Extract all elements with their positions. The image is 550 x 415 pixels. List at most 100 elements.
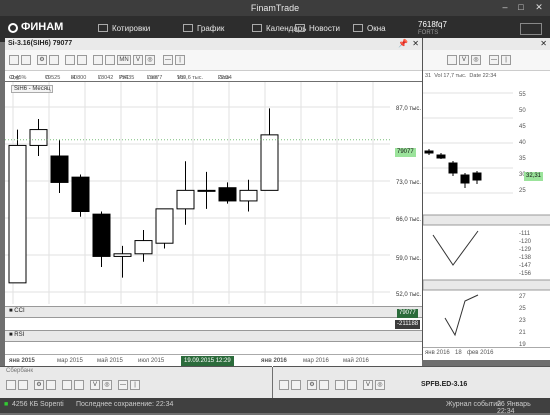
candle[interactable]	[113, 245, 132, 278]
y-tick: -156	[519, 271, 532, 277]
price-chart[interactable]: SiH6 - Месяц 87,0 тыс. 73,0 тыс. 66,0 ты…	[5, 82, 422, 354]
window-title-bar: FinamTrade – □ ✕	[0, 0, 550, 16]
chart-toolbar: ⚙ MN V ◎ — |	[5, 50, 422, 71]
secondary-chart-panel[interactable]: ✕ V ◎ — | 31 Vol 17,7 тыс. Date 22:34 55…	[422, 38, 550, 360]
target-icon[interactable]: ◎	[145, 55, 155, 65]
status-bar: ■ 4256 КБ Sopenti Последнее сохранение: …	[0, 398, 550, 415]
candle[interactable]	[71, 174, 90, 217]
menu-news[interactable]: Новости	[295, 24, 340, 33]
candle-body	[71, 176, 90, 213]
x-tick: мар 2015	[57, 358, 83, 364]
multi-chart-icon[interactable]	[447, 55, 457, 65]
new-icon[interactable]	[9, 55, 19, 65]
settings-icon[interactable]: ⚙	[34, 380, 44, 390]
horizontal-line-icon[interactable]: —	[163, 55, 173, 65]
maximize-icon[interactable]: □	[514, 2, 528, 13]
candle[interactable]	[239, 179, 258, 212]
chart-pin-icon[interactable]: 📌	[398, 39, 408, 48]
cursor-date: 19.09.2015 12:29	[181, 356, 234, 366]
indicator-header[interactable]	[423, 279, 550, 291]
cci-label: ■ CCI	[9, 308, 25, 314]
account-sub: FORTS	[418, 30, 439, 36]
y-tick: 66,0 тыс.	[396, 217, 422, 223]
candle-body	[155, 208, 174, 244]
candle-body	[260, 134, 279, 191]
cci-indicator-header[interactable]: ■ CCI	[5, 306, 422, 318]
candle[interactable]	[260, 108, 279, 191]
candles-icon[interactable]	[65, 55, 75, 65]
multi-chart-icon[interactable]: MN	[117, 55, 131, 65]
candle-body	[176, 189, 195, 210]
open-icon[interactable]	[21, 55, 31, 65]
bars-icon[interactable]	[77, 55, 87, 65]
target-icon[interactable]: ◎	[471, 55, 481, 65]
horizontal-line-icon[interactable]: —	[489, 55, 499, 65]
windows-icon	[353, 24, 363, 32]
chart-close-icon[interactable]: ✕	[412, 39, 419, 48]
series-label[interactable]: SiH6 - Месяц	[11, 85, 54, 93]
secondary-chart-plot[interactable]: 55504540353025-111-120-129-138-147-15627…	[423, 83, 550, 383]
minimize-icon[interactable]: –	[498, 2, 512, 13]
candle[interactable]	[218, 182, 237, 204]
chart-icon	[183, 24, 193, 32]
target-icon[interactable]: ◎	[102, 380, 112, 390]
vertical-line-icon[interactable]: |	[501, 55, 511, 65]
open-icon[interactable]	[18, 380, 28, 390]
candle[interactable]	[50, 140, 69, 193]
indicator-icon[interactable]	[93, 55, 103, 65]
open-icon[interactable]	[291, 380, 301, 390]
indicator-header[interactable]	[423, 214, 550, 226]
candle-body	[8, 144, 27, 284]
candle[interactable]	[155, 208, 174, 249]
menu-quotes[interactable]: Котировки	[98, 24, 150, 33]
account-menu-icon[interactable]	[520, 23, 542, 35]
new-icon[interactable]	[6, 380, 16, 390]
status-journal[interactable]: Журнал событий	[446, 401, 501, 408]
candle[interactable]	[29, 119, 48, 156]
chevron-down-icon[interactable]: V	[363, 380, 373, 390]
quote-info-bar: Chg -0,45% O 79525 H 80800 L 78042 PrC 7…	[5, 71, 422, 81]
secondary-date-axis: янв 2016 18 фев 2016	[423, 347, 550, 360]
bars-icon[interactable]	[347, 380, 357, 390]
bars-icon[interactable]	[74, 380, 84, 390]
rsi-indicator-header[interactable]: ■ RSI	[5, 330, 422, 342]
y-tick: 40	[519, 140, 526, 146]
target-icon[interactable]: ◎	[375, 380, 385, 390]
secondary-close-icon[interactable]: ✕	[540, 39, 547, 48]
menu-news-label: Новости	[309, 24, 340, 33]
vertical-line-icon[interactable]: |	[130, 380, 140, 390]
layers-icon[interactable]	[319, 380, 329, 390]
candle-body	[448, 162, 458, 174]
candle-body	[29, 129, 48, 146]
menu-chart[interactable]: График	[183, 24, 224, 33]
chevron-down-icon[interactable]: V	[133, 55, 143, 65]
menu-chart-label: График	[197, 24, 225, 33]
account-info[interactable]: 7618fq7 FORTS	[418, 20, 447, 38]
new-icon[interactable]	[279, 380, 289, 390]
candle[interactable]	[134, 230, 153, 262]
candles-icon[interactable]	[335, 380, 345, 390]
y-tick: -147	[519, 263, 532, 269]
candle-body	[436, 154, 446, 159]
candle[interactable]	[176, 161, 195, 225]
layers-icon[interactable]	[49, 55, 59, 65]
candle[interactable]	[197, 171, 216, 209]
candle[interactable]	[8, 129, 27, 284]
candle[interactable]	[92, 211, 111, 268]
menu-windows[interactable]: Окна	[353, 24, 386, 33]
logo-icon	[8, 23, 18, 33]
layers-icon[interactable]	[46, 380, 56, 390]
finam-logo: ФИНАМ	[8, 21, 63, 33]
settings-icon[interactable]: ⚙	[307, 380, 317, 390]
y-tick: 55	[519, 92, 526, 98]
chevron-down-icon[interactable]: V	[459, 55, 469, 65]
chevron-down-icon[interactable]: V	[90, 380, 100, 390]
candle-body	[239, 189, 258, 202]
close-icon[interactable]: ✕	[532, 2, 546, 13]
rsi-value-tag: -211188	[395, 320, 421, 329]
horizontal-line-icon[interactable]: —	[118, 380, 128, 390]
lines-icon[interactable]	[105, 55, 115, 65]
settings-icon[interactable]: ⚙	[37, 55, 47, 65]
candles-icon[interactable]	[62, 380, 72, 390]
vertical-line-icon[interactable]: |	[175, 55, 185, 65]
